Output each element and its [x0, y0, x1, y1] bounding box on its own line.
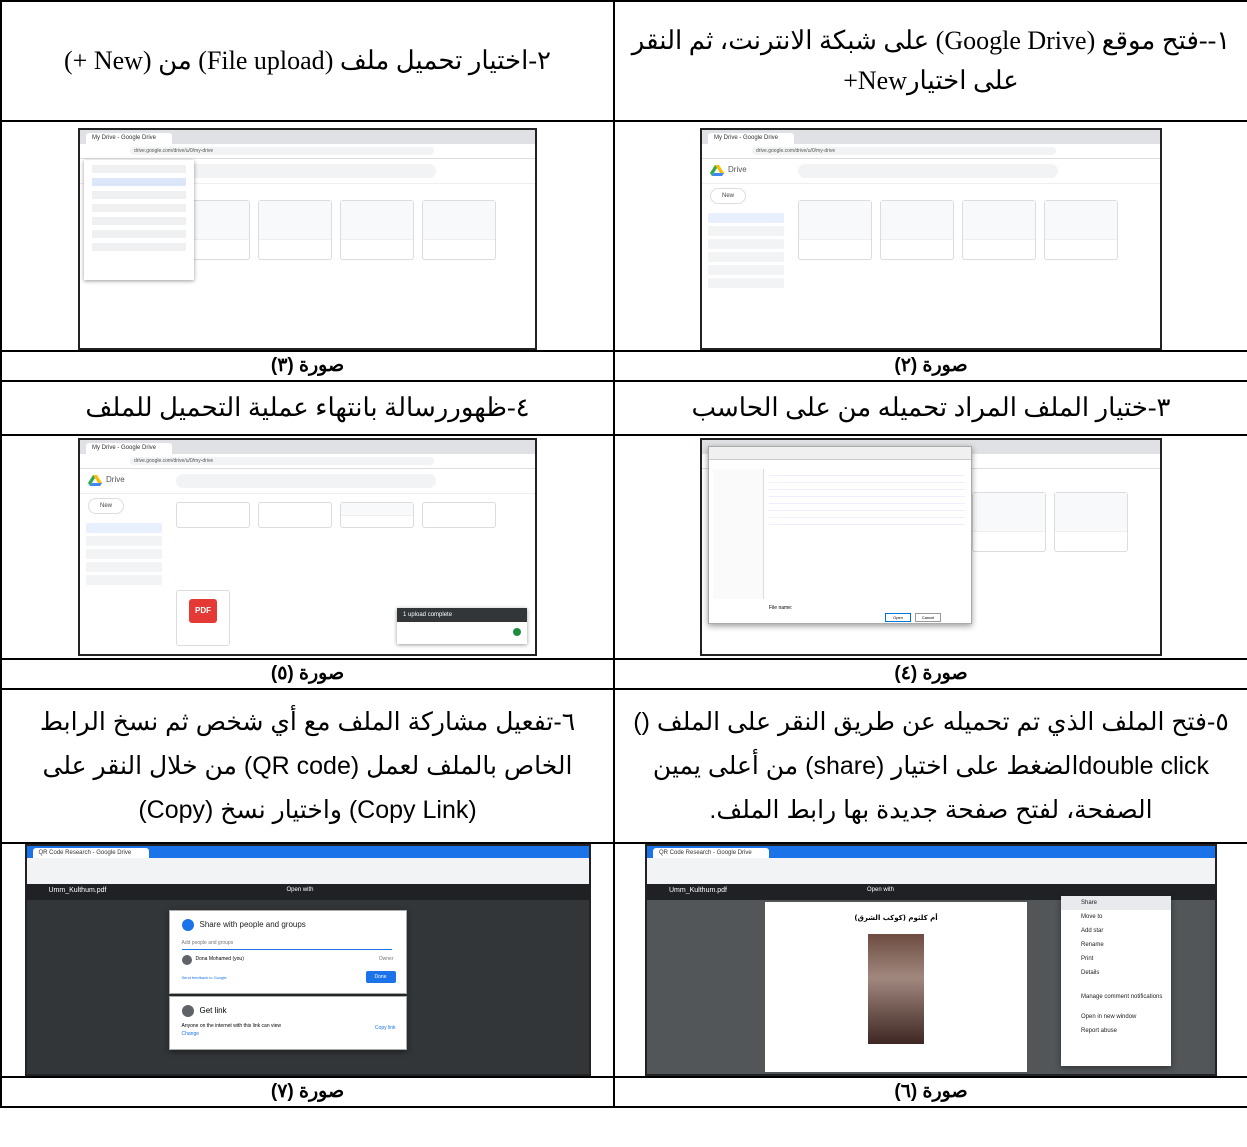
menu-item: Add star — [1081, 928, 1104, 934]
image-3-cell: My Drive - Google Drive drive.google.com… — [0, 120, 615, 352]
step-4-text: ٤-ظهوررسالة بانتهاء عملية التحميل للملف — [85, 393, 530, 422]
image-4-cell: File name: Open Cancel — [613, 434, 1247, 660]
done-button: Done — [365, 971, 396, 983]
caption-image-4: صورة (٤) — [894, 663, 968, 684]
link-icon — [181, 1005, 194, 1017]
url-bar: drive.google.com/drive/u/0/my-drive — [130, 147, 434, 155]
menu-item: Share — [1061, 896, 1171, 910]
step-5-cell: ٥-فتح الملف الذي تم تحميله عن طريق النقر… — [613, 688, 1247, 844]
caption-6-cell: صورة (٦) — [613, 1076, 1247, 1108]
step-6-text: ٦-تفعيل مشاركة الملف مع أي شخص ثم نسخ ال… — [39, 708, 576, 824]
share-dialog-title: Share with people and groups — [199, 920, 306, 929]
new-menu — [84, 160, 194, 280]
screenshot-2: My Drive - Google Drive drive.google.com… — [700, 128, 1162, 350]
step-3-text: ٣-ختيار الملف المراد تحميله من على الحاس… — [691, 393, 1171, 422]
caption-3-cell: صورة (٣) — [0, 350, 615, 382]
drive-logo-icon — [710, 165, 724, 176]
document-title: أم كلثوم (كوكب الشرق) — [854, 914, 938, 922]
new-button: New — [710, 188, 746, 204]
step-3-cell: ٣-ختيار الملف المراد تحميله من على الحاس… — [613, 380, 1247, 436]
pdf-thumbnail: PDF — [189, 599, 217, 623]
menu-item: Move to — [1081, 914, 1103, 920]
step-2-cell: ٢-اختيار تحميل ملف (File upload) من (New… — [0, 0, 615, 122]
open-button: Open — [885, 613, 911, 622]
file-open-dialog: File name: Open Cancel — [708, 446, 972, 624]
photo — [868, 934, 924, 1044]
caption-image-5: صورة (٥) — [270, 663, 345, 684]
instruction-table: ٢-اختيار تحميل ملف (File upload) من (New… — [0, 0, 1247, 1108]
browser-tab: My Drive - Google Drive — [86, 133, 172, 144]
menu-item: Print — [1081, 956, 1094, 962]
step-1-cell: ١--فتح موقع (Google Drive) على شبكة الان… — [613, 0, 1247, 122]
caption-image-3: صورة (٣) — [270, 355, 345, 376]
image-2-cell: My Drive - Google Drive drive.google.com… — [613, 120, 1247, 352]
avatar — [181, 955, 192, 965]
menu-item: Details — [1081, 970, 1100, 976]
caption-2-cell: صورة (٢) — [613, 350, 1247, 382]
screenshot-6: QR Code Research - Google Drive Umm_Kult… — [645, 844, 1217, 1076]
share-dialog: Share with people and groups Add people … — [168, 910, 407, 994]
caption-image-6: صورة (٦) — [894, 1081, 968, 1102]
step-5-text: ٥-فتح الملف الذي تم تحميله عن طريق النقر… — [633, 708, 1229, 824]
pdf-page: أم كلثوم (كوكب الشرق) — [765, 902, 1027, 1072]
caption-5-cell: صورة (٥) — [0, 658, 615, 690]
search-input — [176, 164, 436, 178]
screenshot-3: My Drive - Google Drive drive.google.com… — [78, 128, 537, 350]
more-actions-menu: Share Move to Add star Rename Print Details Ma… — [1061, 896, 1171, 1066]
get-link-panel: Get link Anyone on the internet with thi… — [168, 996, 407, 1050]
caption-7-cell: صورة (٧) — [0, 1076, 615, 1108]
step-6-cell: ٦-تفعيل مشاركة الملف مع أي شخص ثم نسخ ال… — [0, 688, 615, 844]
caption-image-2: صورة (٢) — [894, 355, 968, 376]
step-2-text: ٢-اختيار تحميل ملف (File upload) من (New… — [64, 46, 551, 75]
menu-item: Rename — [1081, 942, 1104, 948]
screenshot-7: QR Code Research - Google Drive Umm_Kult… — [24, 844, 591, 1076]
add-people-input: Add people and groups — [181, 937, 392, 950]
step-4-cell: ٤-ظهوررسالة بانتهاء عملية التحميل للملف — [0, 380, 615, 436]
screenshot-4: File name: Open Cancel — [700, 438, 1162, 656]
copy-link-button: Copy link — [374, 1025, 396, 1031]
cancel-button: Cancel — [915, 613, 941, 622]
check-icon — [513, 628, 521, 636]
screenshot-5: My Drive - Google Drive drive.google.com… — [78, 438, 537, 656]
menu-item: Report abuse — [1081, 1028, 1118, 1034]
person-add-icon — [181, 919, 194, 931]
image-5-cell: My Drive - Google Drive drive.google.com… — [0, 434, 615, 660]
upload-toast: 1 upload complete — [397, 608, 527, 622]
step-1-text: ١--فتح موقع (Google Drive) على شبكة الان… — [631, 26, 1231, 95]
menu-item: Open in new window — [1081, 1014, 1137, 1020]
image-7-cell: QR Code Research - Google Drive Umm_Kult… — [0, 842, 615, 1078]
caption-4-cell: صورة (٤) — [613, 658, 1247, 690]
menu-item: Manage comment notifications — [1081, 994, 1163, 1000]
caption-image-7: صورة (٧) — [270, 1081, 345, 1102]
image-6-cell: QR Code Research - Google Drive Umm_Kult… — [613, 842, 1247, 1078]
